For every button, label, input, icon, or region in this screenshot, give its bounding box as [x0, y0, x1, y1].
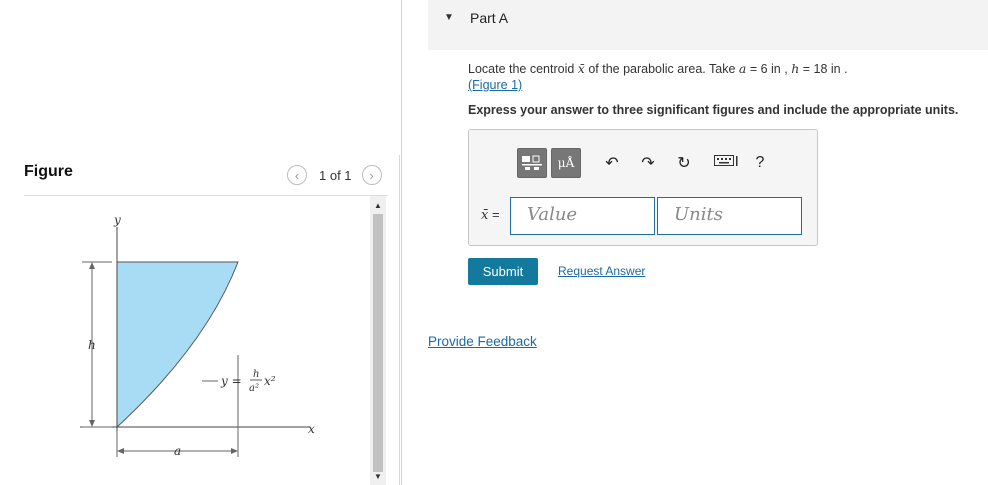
- answer-toolbar: μÅ ↶ ↷ ↻ ?: [517, 148, 769, 178]
- part-title: Part A: [470, 10, 509, 26]
- units-button-label: μÅ: [557, 156, 575, 170]
- answer-box: μÅ ↶ ↷ ↻ ? x̄ = Value Units: [468, 129, 818, 246]
- y-axis-label: y: [113, 213, 121, 227]
- scroll-thumb[interactable]: [373, 214, 383, 472]
- provide-feedback-link[interactable]: Provide Feedback: [428, 334, 537, 349]
- figure-pager: ‹ 1 of 1 ›: [287, 163, 382, 187]
- answer-label: x̄ =: [481, 207, 500, 223]
- question-text: Locate the centroid x̄ of the parabolic …: [468, 61, 848, 92]
- submit-button[interactable]: Submit: [468, 258, 538, 285]
- undo-icon[interactable]: ↶: [603, 153, 621, 173]
- x-axis-label: x: [308, 422, 315, 436]
- h-label: h: [88, 338, 96, 352]
- figure-divider: [24, 195, 388, 196]
- request-answer-link[interactable]: Request Answer: [558, 264, 645, 278]
- equation-lhs: y =: [220, 374, 242, 388]
- equation-h: h: [253, 369, 259, 380]
- scroll-down-icon[interactable]: ▼: [370, 469, 386, 483]
- chevron-left-icon: ‹: [294, 167, 300, 183]
- help-icon[interactable]: ?: [751, 154, 769, 172]
- panel-divider: [399, 155, 400, 485]
- figure-scrollbar[interactable]: ▲ ▼: [370, 196, 386, 485]
- part-a-header[interactable]: ▼ Part A: [428, 0, 988, 50]
- chevron-right-icon: ›: [369, 167, 374, 183]
- equation-x2: x²: [264, 374, 276, 388]
- reset-icon[interactable]: ↻: [675, 153, 693, 173]
- value-input[interactable]: Value: [510, 197, 655, 235]
- panel-divider-accent: [401, 0, 402, 485]
- scroll-up-icon[interactable]: ▲: [370, 198, 386, 212]
- templates-icon: [522, 155, 542, 170]
- next-figure-button[interactable]: ›: [361, 165, 382, 185]
- pager-text: 1 of 1: [319, 167, 352, 183]
- figure-link[interactable]: (Figure 1): [468, 78, 522, 92]
- figure-panel: Figure ‹ 1 of 1 › y x h a y = h a² x² ▲ …: [0, 0, 402, 485]
- figure-title: Figure: [24, 163, 73, 180]
- previous-figure-button[interactable]: ‹: [287, 165, 307, 185]
- templates-button[interactable]: [517, 148, 547, 178]
- collapse-caret-icon[interactable]: ▼: [444, 12, 454, 23]
- redo-icon[interactable]: ↷: [639, 153, 657, 173]
- a-label: a: [174, 444, 181, 458]
- parabolic-area: [116, 261, 239, 429]
- units-input[interactable]: Units: [657, 197, 802, 235]
- units-button[interactable]: μÅ: [551, 148, 581, 178]
- parabolic-area-figure: y x h a y = h a² x²: [80, 213, 315, 458]
- keyboard-icon[interactable]: [711, 154, 741, 172]
- equation-a2: a²: [249, 383, 259, 394]
- instruction-text: Express your answer to three significant…: [468, 103, 959, 117]
